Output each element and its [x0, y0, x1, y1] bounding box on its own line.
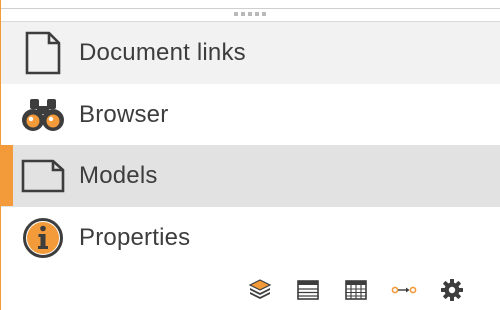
- nav-item-label: Document links: [79, 39, 246, 66]
- top-divider: [1, 8, 500, 9]
- nav-item-label: Models: [79, 162, 158, 189]
- nav-item-document-links[interactable]: Document links: [1, 22, 500, 84]
- document-icon: [20, 30, 66, 76]
- nav-item-browser[interactable]: Browser: [1, 84, 500, 146]
- model-document-icon: [20, 153, 66, 199]
- nav-item-label: Browser: [79, 101, 169, 128]
- info-icon: [20, 215, 66, 261]
- nav-item-models[interactable]: Models: [1, 145, 500, 207]
- grid-view-icon[interactable]: [332, 276, 380, 304]
- binoculars-icon: [20, 92, 66, 138]
- resize-grip[interactable]: [234, 12, 268, 16]
- link-flow-icon[interactable]: [380, 276, 428, 304]
- list-view-icon[interactable]: [284, 276, 332, 304]
- nav-item-properties[interactable]: Properties: [1, 207, 500, 269]
- gear-icon[interactable]: [428, 276, 476, 304]
- layers-icon[interactable]: [236, 276, 284, 304]
- navigation-panel: Document links Browser Models Properties: [0, 0, 500, 310]
- active-indicator: [0, 145, 13, 206]
- bottom-toolbar: [236, 276, 476, 304]
- nav-item-label: Properties: [79, 224, 191, 251]
